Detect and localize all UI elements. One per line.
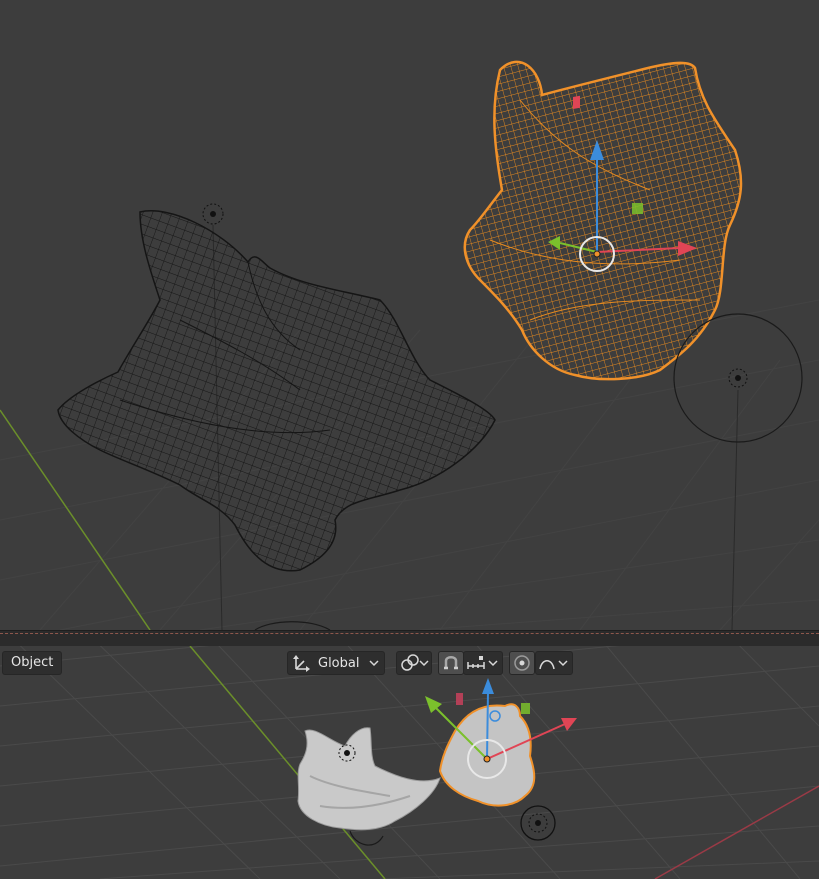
floor-grid-bottom [0, 646, 819, 879]
viewport-canvas-top[interactable] [0, 0, 819, 630]
xy-plane-handle[interactable] [632, 203, 643, 214]
proportional-editing-button[interactable] [509, 651, 535, 675]
snap-increment-icon [467, 656, 498, 669]
3d-viewport-wireframe[interactable] [0, 0, 819, 630]
transform-orientation-icon [290, 652, 312, 674]
xz-plane-handle[interactable] [573, 95, 580, 109]
falloff-type-button[interactable] [535, 651, 573, 675]
snap-magnet-icon [444, 656, 458, 670]
orientation-label: Global [318, 655, 360, 671]
divider-dash-line [0, 633, 819, 634]
object-mode-button[interactable]: Object [2, 651, 63, 675]
blender-app: Object Global [0, 0, 819, 879]
pivot-point-button[interactable] [396, 651, 432, 675]
3d-viewport-solid[interactable] [0, 646, 819, 879]
snap-target-button[interactable] [463, 651, 503, 675]
viewport-header: Object Global [0, 651, 819, 675]
wireframe-mesh-unselected[interactable] [57, 210, 496, 572]
light-object-bottom[interactable] [520, 805, 556, 841]
solid-mesh-unselected[interactable] [297, 727, 441, 831]
transform-orientation-select[interactable]: Global [287, 651, 385, 675]
partial-circle-marker [254, 621, 331, 630]
proportional-editing-icon [514, 655, 530, 671]
area-divider[interactable] [0, 630, 819, 647]
relationship-line [731, 389, 739, 630]
pivot-point-icon [401, 654, 429, 671]
viewport-canvas-bottom[interactable] [0, 646, 819, 879]
snap-toggle-button[interactable] [438, 651, 464, 675]
wireframe-mesh-selected[interactable] [463, 60, 743, 381]
chevron-down-icon [367, 652, 381, 674]
empty-object-marker[interactable] [202, 203, 224, 225]
falloff-curve-icon [539, 660, 568, 670]
